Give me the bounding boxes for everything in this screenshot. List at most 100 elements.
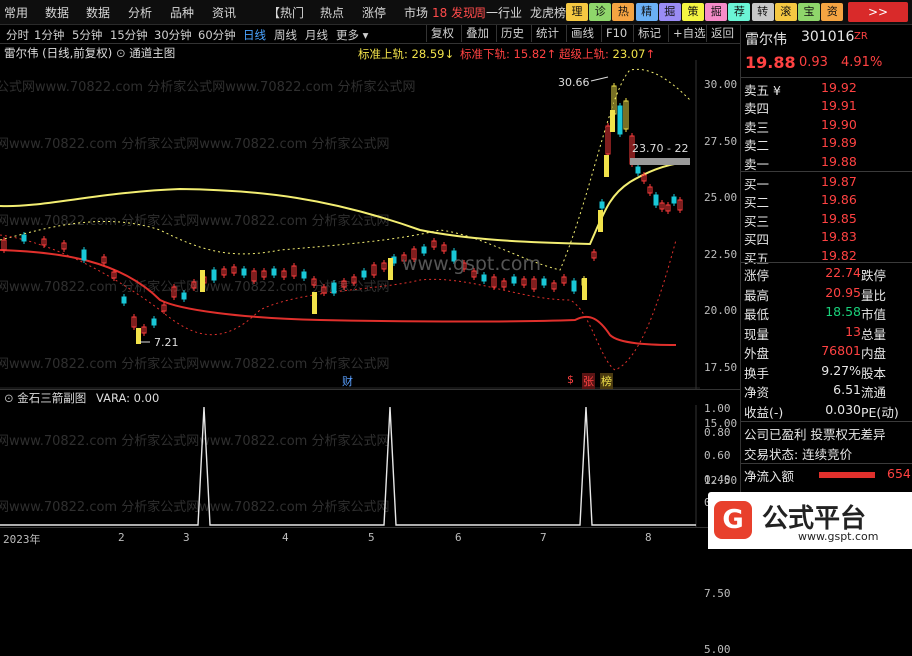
- kline-chart[interactable]: [0, 60, 740, 390]
- limit-up-marker[interactable]: 张: [582, 373, 595, 389]
- menu-item-market[interactable]: 市场: [404, 4, 428, 21]
- ask-row: 卖五 ¥ 19.92: [741, 80, 912, 98]
- row-label: 净资: [744, 385, 770, 400]
- period-monthly[interactable]: 月线: [305, 27, 328, 43]
- row-label: 卖五 ¥: [744, 83, 781, 98]
- row-value: 6.51: [833, 382, 861, 397]
- quick-tool-5-button[interactable]: 策: [682, 3, 704, 21]
- quick-tool-1-button[interactable]: 诊: [589, 3, 612, 21]
- profit-note: 公司已盈利 投票权无差异: [744, 427, 886, 442]
- period-intraday[interactable]: 分时: [6, 27, 29, 43]
- indicator-name[interactable]: 通道主图: [129, 46, 175, 60]
- stock-name: 雷尔伟: [745, 32, 787, 48]
- dragon-list-marker[interactable]: 榜: [600, 373, 613, 389]
- more-button[interactable]: >>: [848, 2, 908, 22]
- menu-bar: 常用 数据 数据 分析 品种 资讯 【热门 热点 涨停 市场 18 发现 周 一…: [0, 0, 912, 25]
- overlay-button[interactable]: 叠加: [461, 25, 493, 42]
- menu-item-week[interactable]: 周: [474, 4, 486, 21]
- limit-up-candle: [582, 278, 587, 300]
- mark-button[interactable]: 标记: [633, 25, 665, 42]
- period-5min[interactable]: 5分钟: [72, 27, 102, 43]
- quick-tool-11-button[interactable]: 资: [821, 3, 844, 21]
- period-weekly[interactable]: 周线: [274, 27, 297, 43]
- time-label-jul: 7: [540, 531, 547, 544]
- period-30min[interactable]: 30分钟: [154, 27, 192, 43]
- quick-tool-7-button[interactable]: 荐: [728, 3, 751, 21]
- ask-row: 卖一 19.88: [741, 154, 912, 172]
- candle-body: [241, 268, 247, 276]
- quick-tool-2-button[interactable]: 热: [612, 3, 635, 21]
- indicator-collapse-icon[interactable]: ⊙: [116, 46, 126, 60]
- event-marker-s[interactable]: $: [567, 373, 574, 386]
- menu-item-data-2[interactable]: 数据: [86, 4, 110, 21]
- subchart-collapse-icon[interactable]: ⊙: [4, 391, 14, 405]
- menu-item-hotspot[interactable]: 热点: [320, 4, 344, 21]
- menu-item-dragon-tiger[interactable]: 龙虎榜: [530, 4, 566, 21]
- quick-tool-10-button[interactable]: 宝: [798, 3, 820, 21]
- menu-item-industry[interactable]: 一行业: [486, 4, 522, 21]
- row-label-secondary: PE(动): [861, 404, 899, 420]
- period-1min[interactable]: 1分钟: [34, 27, 64, 43]
- subchart-plot[interactable]: [0, 405, 740, 527]
- row-value: 0.030: [825, 401, 861, 417]
- menu-item-common[interactable]: 常用: [4, 4, 28, 21]
- row-label-secondary: 跌停: [861, 268, 887, 283]
- draw-line-button[interactable]: 画线: [566, 25, 598, 42]
- row-label: 最高: [744, 287, 770, 303]
- f10-button[interactable]: F10: [601, 25, 631, 42]
- bid-row: 买二 19.86: [741, 192, 912, 210]
- limit-up-candle: [200, 270, 205, 292]
- bid-row: 买三 19.85: [741, 211, 912, 229]
- menu-item-data[interactable]: 数据: [45, 4, 69, 21]
- menu-item-variety[interactable]: 品种: [170, 4, 194, 21]
- stat-row: 现量 13 总量: [741, 324, 912, 342]
- back-button[interactable]: 返回: [706, 25, 738, 42]
- candle-body: [511, 276, 517, 284]
- quick-tool-8-button[interactable]: 转: [751, 3, 774, 21]
- history-button[interactable]: 历史: [496, 25, 528, 42]
- period-15min[interactable]: 15分钟: [110, 27, 148, 43]
- menu-item-limit-up[interactable]: 涨停: [362, 4, 386, 21]
- menu-item-discover[interactable]: 18 发现: [432, 4, 475, 21]
- quick-tool-9-button[interactable]: 滚: [774, 3, 797, 21]
- period-daily[interactable]: 日线: [243, 27, 266, 43]
- quick-tool-3-button[interactable]: 精: [635, 3, 658, 21]
- candle-body: [121, 296, 127, 304]
- period-more[interactable]: 更多 ▾: [336, 27, 368, 43]
- finance-marker[interactable]: 财: [342, 373, 353, 389]
- candle-body: [617, 105, 623, 135]
- site-watermark: www.gspt.com: [402, 253, 542, 275]
- range-bar: [630, 158, 690, 165]
- row-label: 卖三: [744, 119, 770, 135]
- quick-tool-0-button[interactable]: 理: [566, 3, 588, 21]
- adjust-button[interactable]: 复权: [426, 25, 458, 42]
- row-label: 涨停: [744, 268, 770, 283]
- subchart-name[interactable]: 金石三箭副图: [17, 391, 86, 405]
- current-price: 19.88: [745, 53, 796, 72]
- candle-body: [361, 270, 367, 278]
- menu-item-hot[interactable]: 【热门: [268, 4, 304, 21]
- subchart-axis-label: 0.40: [704, 472, 731, 486]
- net-inflow-row: 净流入额 654: [741, 466, 912, 484]
- row-value: 19.82: [821, 247, 857, 263]
- candle-body: [211, 269, 217, 281]
- candle-body: [81, 249, 87, 261]
- stock-period-label: 雷尔伟 (日线,前复权): [4, 46, 113, 60]
- statistics-button[interactable]: 统计: [531, 25, 563, 42]
- row-label-secondary: 总量: [861, 326, 887, 342]
- stat-row: 最低 18.58 市值: [741, 304, 912, 322]
- quick-tool-4-button[interactable]: 掘: [658, 3, 681, 21]
- quick-tool-6-button[interactable]: 掘: [705, 3, 728, 21]
- divider: [741, 77, 912, 78]
- bid-row: 买四 19.83: [741, 229, 912, 247]
- row-value: 19.88: [821, 153, 857, 169]
- stat-row: 涨停 22.74 跌停: [741, 265, 912, 283]
- net-inflow-label: 净流入额: [744, 469, 795, 484]
- period-60min[interactable]: 60分钟: [198, 27, 236, 43]
- menu-item-news[interactable]: 资讯: [212, 4, 236, 21]
- menu-item-analysis[interactable]: 分析: [128, 4, 152, 21]
- stat-row: 净资 6.51 流通: [741, 382, 912, 400]
- add-watchlist-button[interactable]: +自选: [668, 25, 710, 42]
- high-price-label: 30.66: [558, 76, 590, 89]
- price-change-pct: 4.91%: [841, 55, 883, 70]
